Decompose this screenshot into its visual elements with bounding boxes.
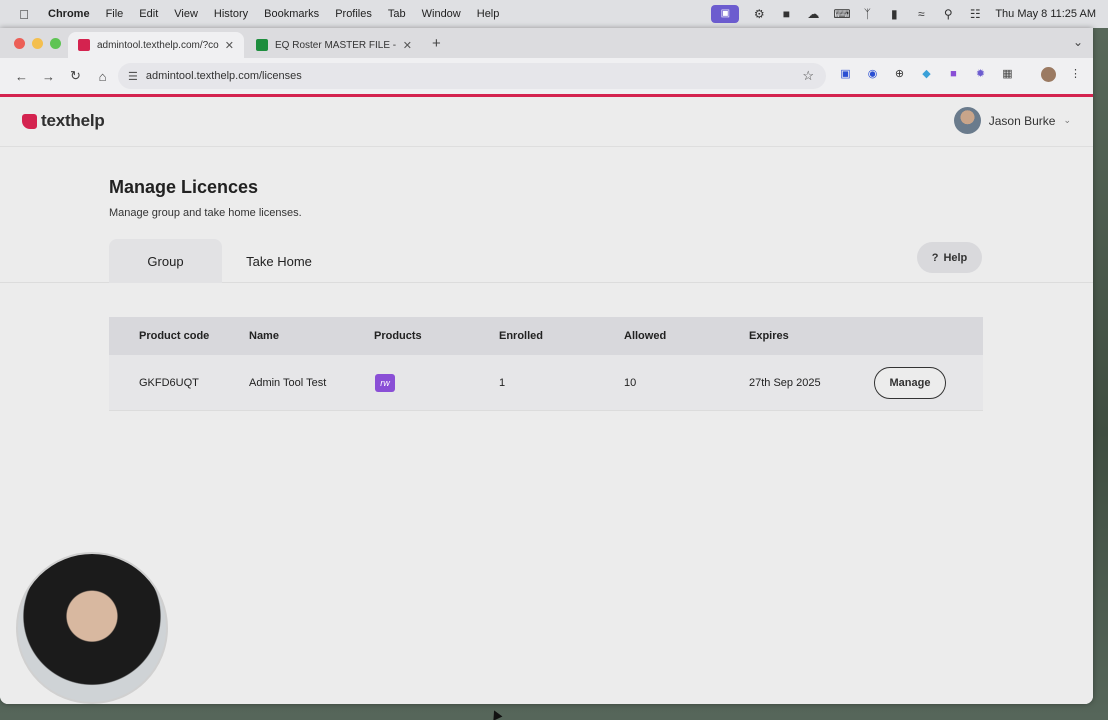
- extensions-area: ▣ ◉ ⊕ ◆ ■ ✹ ▦ ⋮: [838, 67, 1083, 82]
- product-code-cell: GKFD6UQT: [139, 376, 199, 389]
- extension-icon[interactable]: ■: [946, 67, 961, 82]
- extension-icon[interactable]: ⊕: [892, 67, 907, 82]
- browser-tab-title: EQ Roster MASTER FILE - Go: [275, 39, 397, 51]
- minimize-window-icon[interactable]: [32, 38, 43, 49]
- column-header: Product code: [139, 330, 210, 342]
- table-row: GKFD6UQT Admin Tool Test rw 1 10 27th Se…: [109, 355, 983, 411]
- page-title: Manage Licences: [109, 177, 259, 197]
- menu-tab[interactable]: Tab: [388, 8, 406, 20]
- menu-file[interactable]: File: [106, 8, 124, 20]
- address-bar[interactable]: ☰ admintool.texthelp.com/licenses ☆: [118, 63, 826, 89]
- forward-arrow-icon[interactable]: →: [35, 69, 62, 84]
- webcam-overlay: [16, 552, 168, 704]
- cloud-icon[interactable]: ☁: [806, 7, 820, 21]
- site-settings-icon[interactable]: ☰: [128, 70, 138, 83]
- wifi-icon[interactable]: ≈: [914, 7, 928, 21]
- column-header: Name: [249, 330, 279, 342]
- column-header: Allowed: [624, 330, 667, 342]
- tab-group[interactable]: Group: [109, 239, 222, 283]
- sheets-favicon-icon: [256, 39, 268, 51]
- expires-cell: 27th Sep 2025: [749, 376, 821, 389]
- chevron-down-icon: ⌄: [1063, 115, 1071, 125]
- texthelp-favicon-icon: [78, 39, 90, 51]
- profile-avatar[interactable]: [1041, 67, 1056, 82]
- site-header: texthelp Jason Burke ⌄: [0, 97, 1093, 147]
- url-text[interactable]: admintool.texthelp.com/licenses: [146, 70, 302, 82]
- menu-window[interactable]: Window: [422, 8, 461, 20]
- bookmark-star-icon[interactable]: ☆: [802, 68, 814, 84]
- menu-app-name[interactable]: Chrome: [48, 8, 90, 20]
- column-header: Enrolled: [499, 330, 544, 342]
- tab-take-home[interactable]: Take Home: [232, 239, 326, 283]
- apple-icon[interactable]: : [14, 7, 34, 22]
- column-header: Expires: [749, 330, 789, 342]
- read-write-product-icon: rw: [375, 373, 395, 392]
- manage-button[interactable]: Manage: [874, 366, 946, 399]
- user-menu[interactable]: Jason Burke ⌄: [953, 107, 1071, 134]
- browser-tab-admintool[interactable]: admintool.texthelp.com/?cod ✕: [68, 32, 244, 58]
- tab-strip: admintool.texthelp.com/?cod ✕ EQ Roster …: [0, 28, 1093, 58]
- new-tab-icon[interactable]: +: [432, 35, 441, 52]
- window-controls: [14, 38, 61, 49]
- zoom-window-icon[interactable]: [50, 38, 61, 49]
- back-arrow-icon[interactable]: ←: [8, 69, 35, 84]
- column-header: Products: [374, 330, 422, 342]
- logo-text: texthelp: [41, 111, 105, 130]
- battery-icon[interactable]: ▮: [887, 7, 901, 21]
- mouse-cursor-icon: [489, 708, 503, 720]
- reload-icon[interactable]: ↻: [62, 68, 89, 84]
- macos-menu-bar:  Chrome File Edit View History Bookmark…: [0, 0, 1108, 28]
- five-icon[interactable]: ■: [779, 7, 793, 21]
- menu-bookmarks[interactable]: Bookmarks: [264, 8, 319, 20]
- menu-edit[interactable]: Edit: [139, 8, 158, 20]
- licences-table: Product code Name Products Enrolled Allo…: [109, 317, 983, 411]
- keyboard-icon[interactable]: ⌨: [833, 7, 850, 21]
- table-header: Product code Name Products Enrolled Allo…: [109, 317, 983, 355]
- home-icon[interactable]: ⌂: [89, 69, 116, 84]
- menu-history[interactable]: History: [214, 8, 248, 20]
- search-icon[interactable]: ⚲: [941, 7, 955, 21]
- allowed-cell: 10: [624, 376, 637, 389]
- puzzle-icon[interactable]: ▦: [1000, 67, 1015, 82]
- menu-help[interactable]: Help: [477, 8, 500, 20]
- control-center-icon[interactable]: ☷: [968, 7, 982, 21]
- kebab-menu-icon[interactable]: ⋮: [1068, 67, 1083, 82]
- logo-mark-icon: [22, 113, 37, 129]
- help-button[interactable]: ? Help: [917, 242, 982, 273]
- extension-icon[interactable]: ◆: [919, 67, 934, 82]
- browser-toolbar: ← → ↻ ⌂ ☰ admintool.texthelp.com/license…: [0, 58, 1093, 94]
- menu-profiles[interactable]: Profiles: [335, 8, 372, 20]
- close-window-icon[interactable]: [14, 38, 25, 49]
- screen-record-icon[interactable]: ▣: [711, 5, 740, 23]
- page-subtitle: Manage group and take home licenses.: [109, 207, 302, 219]
- menu-view[interactable]: View: [174, 8, 198, 20]
- enrolled-cell: 1: [499, 376, 506, 389]
- extension-icon[interactable]: ✹: [973, 67, 988, 82]
- extension-icon[interactable]: ▣: [838, 67, 853, 82]
- user-name: Jason Burke: [988, 113, 1056, 128]
- name-cell: Admin Tool Test: [249, 376, 327, 389]
- bluetooth-icon[interactable]: ᛉ: [860, 7, 874, 21]
- avatar: [953, 107, 981, 134]
- question-icon: ?: [931, 251, 939, 264]
- browser-tab-title: admintool.texthelp.com/?cod: [97, 39, 219, 51]
- browser-tab-roster[interactable]: EQ Roster MASTER FILE - Go ✕: [246, 32, 422, 58]
- menu-clock[interactable]: Thu May 8 11:25 AM: [995, 8, 1096, 20]
- close-tab-icon[interactable]: ✕: [225, 39, 234, 52]
- help-label: Help: [943, 251, 968, 264]
- gear-icon[interactable]: ⚙: [752, 7, 766, 21]
- tab-search-chevron-icon[interactable]: ⌄: [1073, 35, 1083, 49]
- texthelp-logo[interactable]: texthelp: [22, 111, 105, 131]
- status-icons: ▣ ⚙ ■ ☁ ⌨ ᛉ ▮ ≈ ⚲ ☷ Thu May 8 11:25 AM: [711, 0, 1096, 28]
- close-tab-icon[interactable]: ✕: [403, 39, 412, 52]
- extension-icon[interactable]: ◉: [865, 67, 880, 82]
